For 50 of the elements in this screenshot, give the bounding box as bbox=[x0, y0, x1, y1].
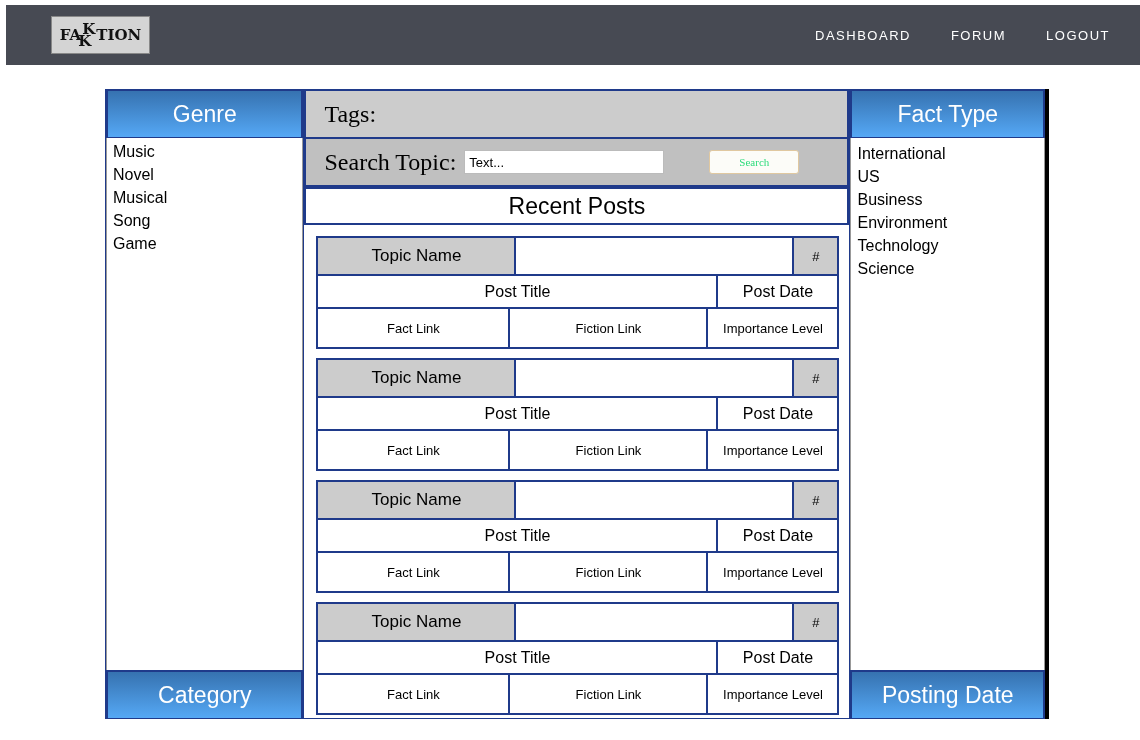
fact-link[interactable]: Fact Link bbox=[318, 675, 511, 713]
importance-level: Importance Level bbox=[722, 563, 824, 582]
topic-name[interactable]: Topic Name bbox=[318, 238, 517, 274]
post-number: # bbox=[792, 604, 838, 640]
importance-level: Importance Level bbox=[722, 319, 824, 338]
post-title[interactable]: Post Title bbox=[318, 276, 719, 307]
search-label: Search Topic: bbox=[324, 148, 457, 176]
post-number: # bbox=[792, 360, 838, 396]
panel-header: Genre bbox=[106, 89, 304, 138]
post-date: Post Date bbox=[741, 647, 815, 668]
fiction-link[interactable]: Fiction Link bbox=[510, 675, 709, 713]
post-title[interactable]: Post Title bbox=[318, 398, 719, 429]
fact-link[interactable]: Fact Link bbox=[318, 431, 511, 469]
filter-item[interactable]: Novel bbox=[113, 163, 297, 186]
post-number: # bbox=[792, 482, 838, 518]
fiction-link[interactable]: Fiction Link bbox=[510, 553, 709, 591]
fiction-link[interactable]: Fiction Link bbox=[510, 431, 709, 469]
tags-label: Tags: bbox=[324, 100, 377, 128]
filter-item[interactable]: Music bbox=[113, 140, 297, 163]
fact-link[interactable]: Fact Link bbox=[318, 309, 511, 347]
topic-name[interactable]: Topic Name bbox=[318, 360, 517, 396]
filter-item[interactable]: Business bbox=[857, 188, 1038, 211]
filter-item[interactable]: Environment bbox=[857, 211, 1038, 234]
post-date: Post Date bbox=[741, 403, 815, 424]
section-heading: Recent Posts bbox=[304, 189, 850, 225]
fact-link[interactable]: Fact Link bbox=[318, 553, 511, 591]
panel-footer: Posting Date bbox=[850, 670, 1045, 719]
filter-item[interactable]: US bbox=[857, 165, 1038, 188]
search-field[interactable]: Text... bbox=[464, 150, 665, 174]
panel-header: Fact Type bbox=[850, 89, 1045, 138]
importance-level: Importance Level bbox=[722, 685, 824, 704]
nav-link[interactable]: FORUM bbox=[950, 27, 1007, 43]
post-date: Post Date bbox=[741, 281, 815, 302]
nav-link[interactable]: DASHBOARD bbox=[815, 27, 911, 43]
filter-item[interactable]: Science bbox=[857, 257, 1038, 280]
topic-name[interactable]: Topic Name bbox=[318, 482, 517, 518]
filter-item[interactable]: Song bbox=[113, 209, 297, 232]
topic-name[interactable]: Topic Name bbox=[318, 604, 517, 640]
panel-footer: Category bbox=[106, 670, 304, 719]
post-number: # bbox=[792, 238, 838, 274]
filter-item[interactable]: Game bbox=[113, 232, 297, 255]
filter-item[interactable]: International bbox=[857, 142, 1038, 165]
post-date: Post Date bbox=[741, 525, 815, 546]
filter-item[interactable]: Technology bbox=[857, 234, 1038, 257]
post-title[interactable]: Post Title bbox=[318, 642, 719, 673]
nav-link[interactable]: LOGOUT bbox=[1046, 27, 1110, 43]
filter-item[interactable]: Musical bbox=[113, 186, 297, 209]
fiction-link[interactable]: Fiction Link bbox=[510, 309, 709, 347]
importance-level: Importance Level bbox=[722, 441, 824, 460]
post-title[interactable]: Post Title bbox=[318, 520, 719, 551]
